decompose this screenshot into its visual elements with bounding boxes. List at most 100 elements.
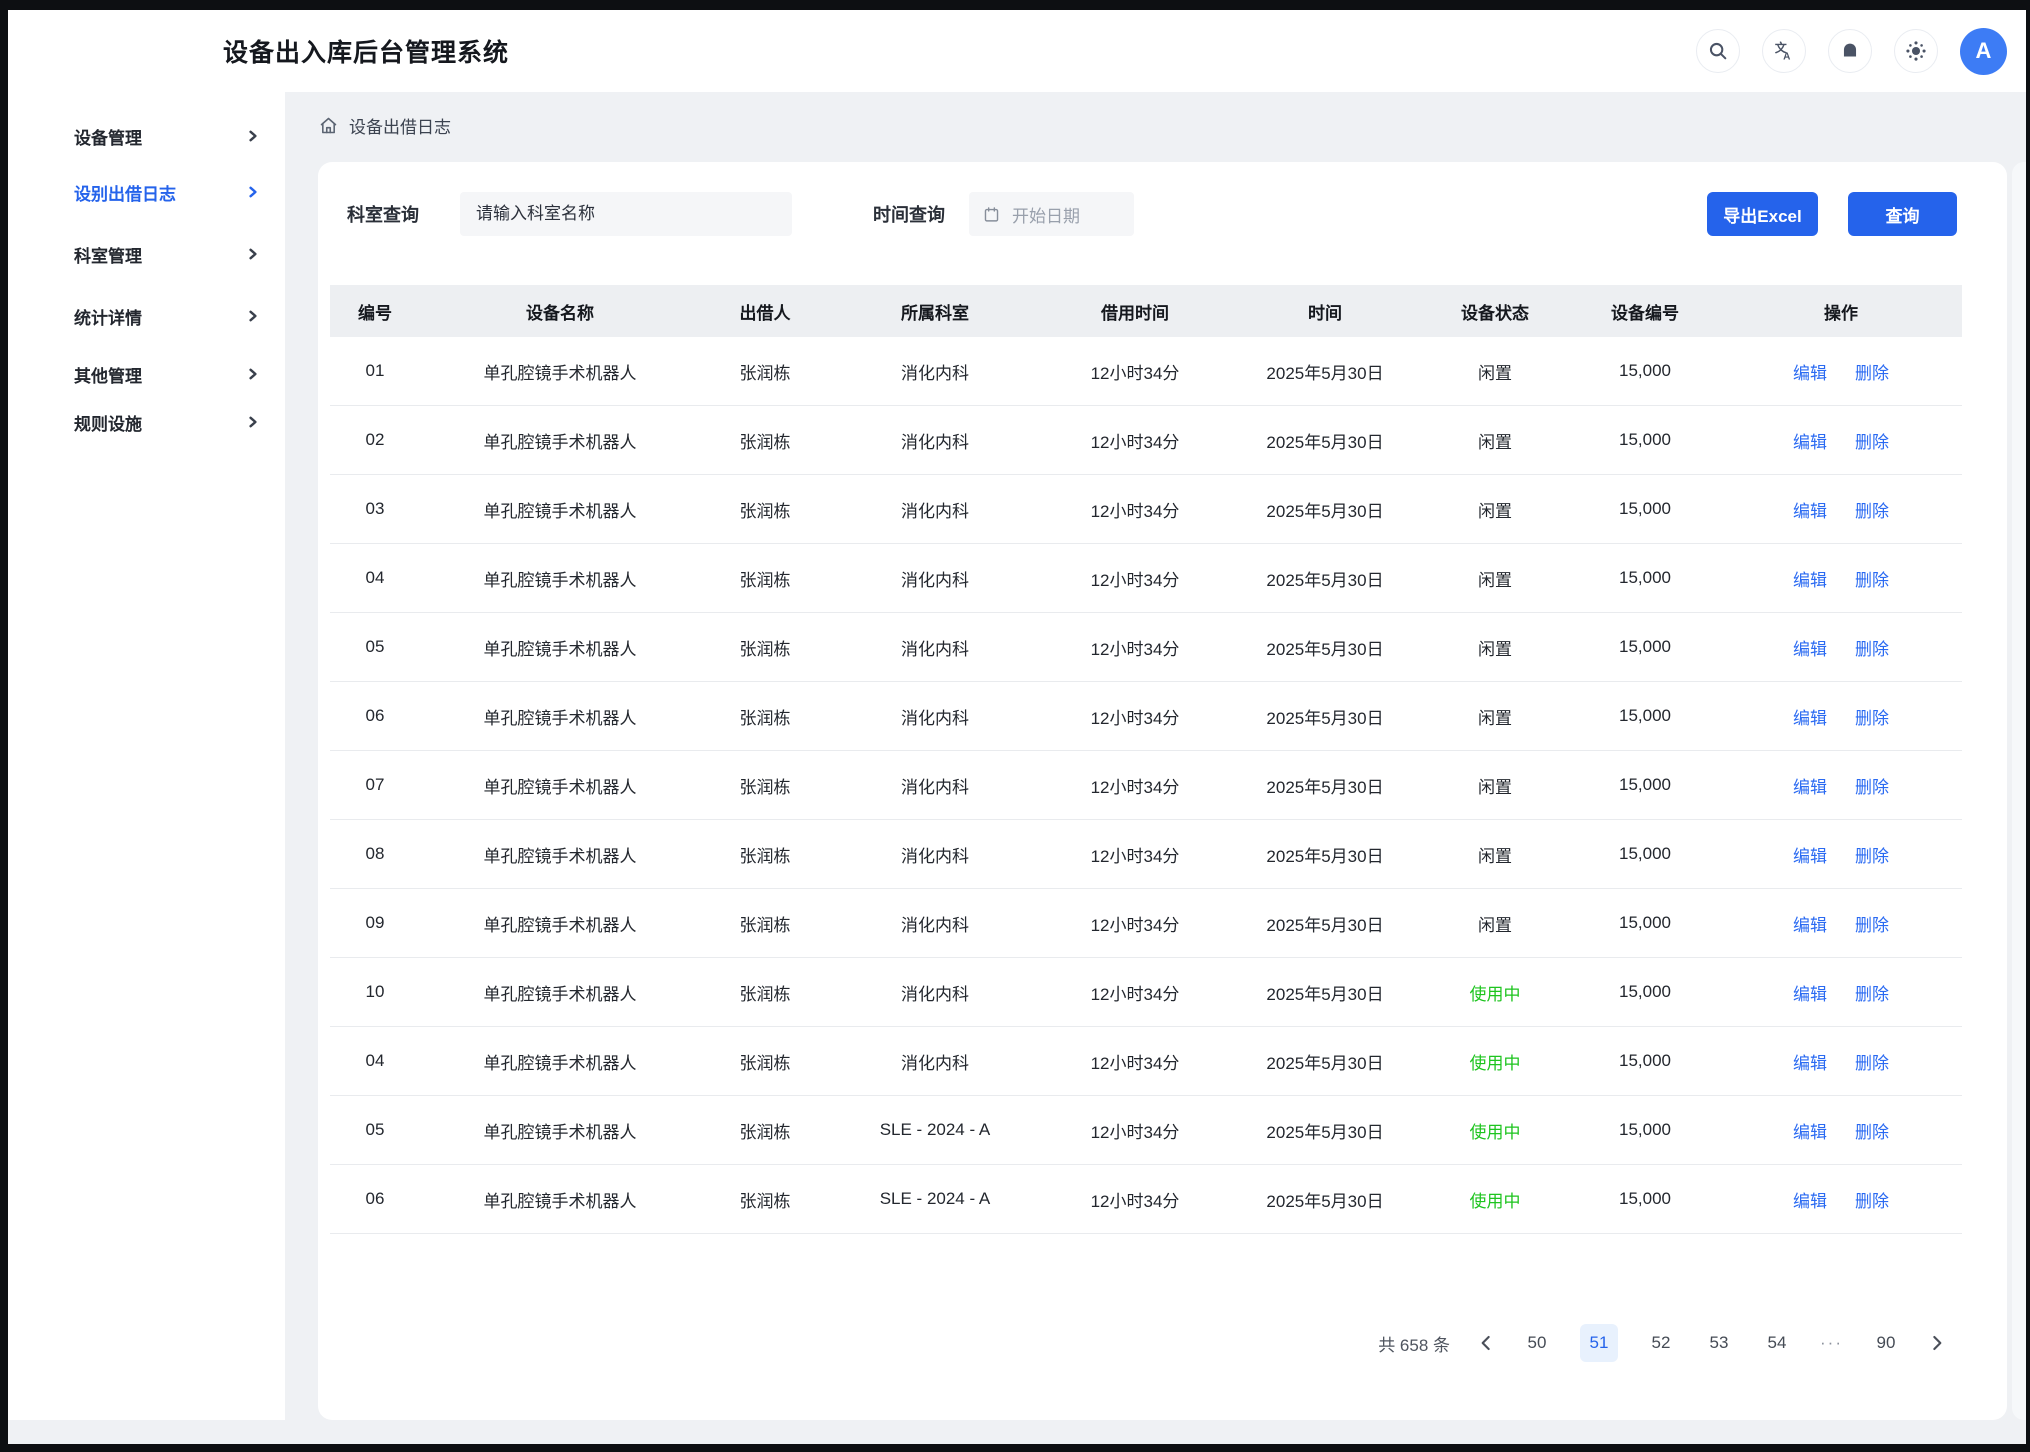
- table-row: 01单孔腔镜手术机器人张润栋消化内科12小时34分2025年5月30日闲置15,…: [330, 337, 1962, 406]
- sidebar-item-3[interactable]: 科室管理: [8, 230, 285, 278]
- cell-borrower: 张润栋: [700, 635, 830, 660]
- table-row: 09单孔腔镜手术机器人张润栋消化内科12小时34分2025年5月30日闲置15,…: [330, 889, 1962, 958]
- delete-link[interactable]: 删除: [1855, 1118, 1889, 1143]
- delete-link[interactable]: 删除: [1855, 704, 1889, 729]
- page-52[interactable]: 52: [1646, 1324, 1676, 1362]
- edit-link[interactable]: 编辑: [1793, 704, 1827, 729]
- edit-link[interactable]: 编辑: [1793, 359, 1827, 384]
- sidebar-item-label: 设别出借日志: [74, 180, 176, 205]
- chevron-right-icon: [247, 248, 259, 260]
- delete-link[interactable]: 删除: [1855, 635, 1889, 660]
- sidebar: 设备管理设别出借日志科室管理统计详情其他管理规则设施: [8, 92, 285, 1420]
- edit-link[interactable]: 编辑: [1793, 635, 1827, 660]
- chevron-right-icon: [247, 130, 259, 142]
- cell-borrower: 张润栋: [700, 566, 830, 591]
- page-90[interactable]: 90: [1871, 1324, 1901, 1362]
- edit-link[interactable]: 编辑: [1793, 773, 1827, 798]
- sidebar-item-4[interactable]: 统计详情: [8, 292, 285, 340]
- prev-page-icon[interactable]: [1478, 1335, 1494, 1351]
- theme-icon: [1905, 40, 1927, 62]
- table-row: 02单孔腔镜手术机器人张润栋消化内科12小时34分2025年5月30日闲置15,…: [330, 406, 1962, 475]
- sidebar-item-2[interactable]: 设别出借日志: [8, 168, 285, 216]
- page-53[interactable]: 53: [1704, 1324, 1734, 1362]
- delete-link[interactable]: 删除: [1855, 359, 1889, 384]
- edit-link[interactable]: 编辑: [1793, 1187, 1827, 1212]
- cell-borrower: 张润栋: [700, 911, 830, 936]
- theme-button[interactable]: [1894, 29, 1938, 73]
- cell-borrower: 张润栋: [700, 980, 830, 1005]
- delete-link[interactable]: 删除: [1855, 566, 1889, 591]
- column-header: 设备名称: [420, 299, 700, 324]
- cell-date: 2025年5月30日: [1230, 566, 1420, 591]
- cell-status: 闲置: [1420, 497, 1570, 522]
- table-row: 06单孔腔镜手术机器人张润栋消化内科12小时34分2025年5月30日闲置15,…: [330, 682, 1962, 751]
- page-51[interactable]: 51: [1580, 1324, 1618, 1362]
- export-excel-button[interactable]: 导出Excel: [1707, 192, 1818, 236]
- delete-link[interactable]: 删除: [1855, 980, 1889, 1005]
- cell-date: 2025年5月30日: [1230, 428, 1420, 453]
- notification-button[interactable]: [1828, 29, 1872, 73]
- delete-link[interactable]: 删除: [1855, 773, 1889, 798]
- page-54[interactable]: 54: [1762, 1324, 1792, 1362]
- delete-link[interactable]: 删除: [1855, 842, 1889, 867]
- cell-device-no: 15,000: [1570, 913, 1720, 933]
- page-50[interactable]: 50: [1522, 1324, 1552, 1362]
- cell-duration: 12小时34分: [1040, 497, 1230, 522]
- cell-actions: 编辑 删除: [1720, 566, 1962, 591]
- cell-department: 消化内科: [830, 980, 1040, 1005]
- table-row: 05单孔腔镜手术机器人张润栋消化内科12小时34分2025年5月30日闲置15,…: [330, 613, 1962, 682]
- cell-device-name: 单孔腔镜手术机器人: [420, 773, 700, 798]
- cell-actions: 编辑 删除: [1720, 842, 1962, 867]
- delete-link[interactable]: 删除: [1855, 497, 1889, 522]
- column-header: 编号: [330, 299, 420, 324]
- sidebar-item-label: 统计详情: [74, 304, 142, 329]
- header-actions: 文 A: [1696, 10, 2007, 92]
- cell-device-no: 15,000: [1570, 706, 1720, 726]
- query-button[interactable]: 查询: [1848, 192, 1957, 236]
- delete-link[interactable]: 删除: [1855, 1187, 1889, 1212]
- cell-no: 05: [330, 637, 420, 657]
- sidebar-item-5[interactable]: 其他管理: [8, 350, 285, 398]
- cell-device-no: 15,000: [1570, 1120, 1720, 1140]
- delete-link[interactable]: 删除: [1855, 1049, 1889, 1074]
- cell-department: 消化内科: [830, 911, 1040, 936]
- start-date-picker[interactable]: 开始日期: [969, 192, 1134, 236]
- edit-link[interactable]: 编辑: [1793, 428, 1827, 453]
- edit-link[interactable]: 编辑: [1793, 1118, 1827, 1143]
- sidebar-item-1[interactable]: 设备管理: [8, 112, 285, 160]
- edit-link[interactable]: 编辑: [1793, 911, 1827, 936]
- cell-borrower: 张润栋: [700, 428, 830, 453]
- table-row: 04单孔腔镜手术机器人张润栋消化内科12小时34分2025年5月30日使用中15…: [330, 1027, 1962, 1096]
- time-query-label: 时间查询: [873, 201, 945, 227]
- calendar-icon: [983, 206, 1000, 223]
- cell-device-name: 单孔腔镜手术机器人: [420, 842, 700, 867]
- column-header: 设备编号: [1570, 299, 1720, 324]
- translate-button[interactable]: 文 A: [1762, 29, 1806, 73]
- cell-department: SLE - 2024 - A: [830, 1120, 1040, 1140]
- cell-duration: 12小时34分: [1040, 1187, 1230, 1212]
- home-icon[interactable]: [318, 115, 339, 136]
- user-avatar[interactable]: A: [1960, 28, 2007, 75]
- cell-status: 闲置: [1420, 566, 1570, 591]
- edit-link[interactable]: 编辑: [1793, 1049, 1827, 1074]
- edit-link[interactable]: 编辑: [1793, 980, 1827, 1005]
- cell-actions: 编辑 删除: [1720, 1049, 1962, 1074]
- cell-borrower: 张润栋: [700, 497, 830, 522]
- cell-date: 2025年5月30日: [1230, 773, 1420, 798]
- cell-status: 闲置: [1420, 635, 1570, 660]
- delete-link[interactable]: 删除: [1855, 428, 1889, 453]
- delete-link[interactable]: 删除: [1855, 911, 1889, 936]
- search-icon: [1707, 40, 1729, 62]
- dept-query-input[interactable]: [460, 192, 792, 236]
- cell-actions: 编辑 删除: [1720, 428, 1962, 453]
- cell-department: 消化内科: [830, 704, 1040, 729]
- search-button[interactable]: [1696, 29, 1740, 73]
- edit-link[interactable]: 编辑: [1793, 497, 1827, 522]
- next-page-icon[interactable]: [1929, 1335, 1945, 1351]
- edit-link[interactable]: 编辑: [1793, 842, 1827, 867]
- edit-link[interactable]: 编辑: [1793, 566, 1827, 591]
- cell-no: 07: [330, 775, 420, 795]
- cell-device-no: 15,000: [1570, 775, 1720, 795]
- cell-actions: 编辑 删除: [1720, 1118, 1962, 1143]
- sidebar-item-6[interactable]: 规则设施: [8, 398, 285, 446]
